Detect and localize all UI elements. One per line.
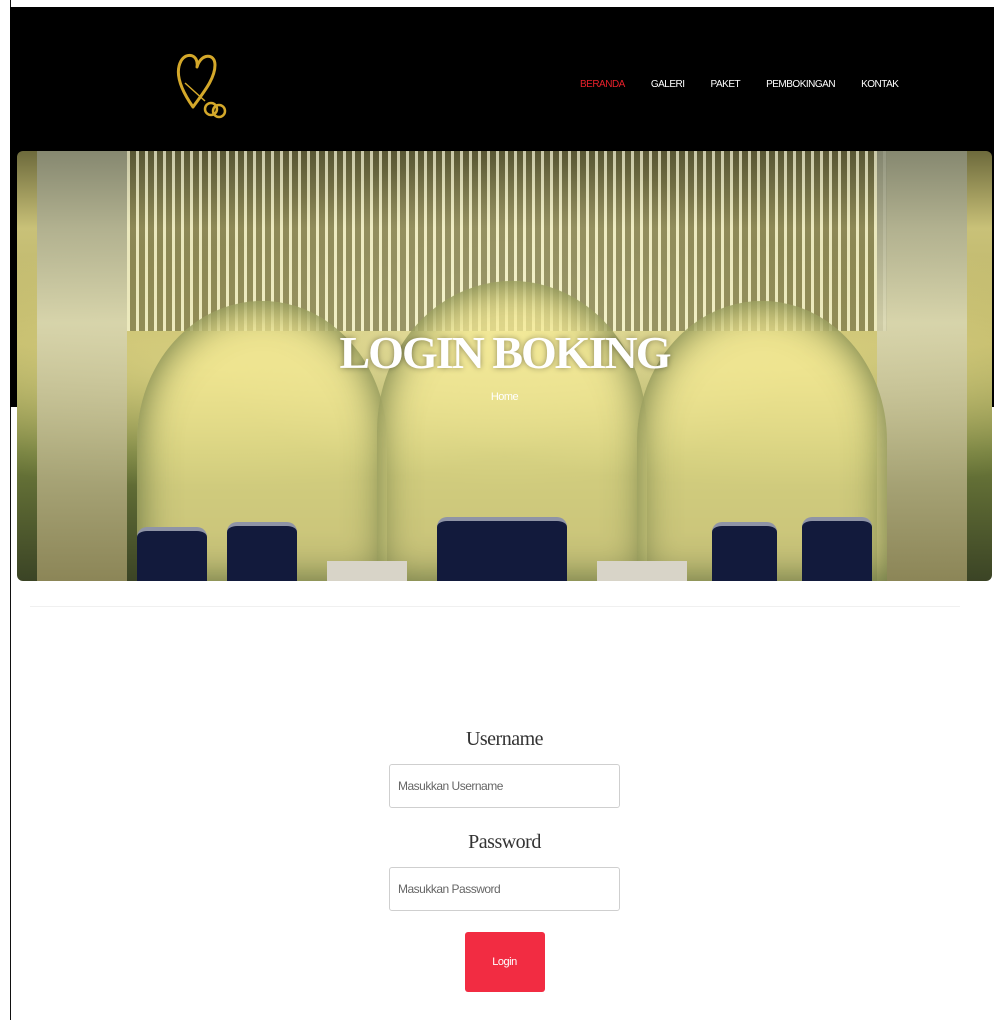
login-button[interactable]: Login (464, 932, 545, 992)
breadcrumb-home[interactable]: Home (17, 391, 992, 403)
nav-item-kontak[interactable]: KONTAK (861, 79, 899, 90)
username-label: Username (465, 728, 544, 750)
hero-chair (137, 527, 207, 581)
nav-item-galeri[interactable]: GALERI (651, 79, 685, 90)
hero-table (327, 561, 407, 581)
page-title: LOGIN BOKING (339, 327, 671, 378)
hero-banner: LOGIN BOKING Home (17, 151, 992, 581)
section-divider (30, 606, 960, 607)
hero-chair (437, 517, 567, 581)
heart-rings-icon[interactable] (175, 47, 235, 127)
username-input[interactable] (389, 764, 620, 808)
main-nav: BERANDA GALERI PAKET PEMBOKINGAN KONTAK (580, 79, 924, 90)
hero-chair (712, 522, 777, 581)
hero-table (597, 561, 687, 581)
password-input[interactable] (389, 867, 620, 911)
hero-chair (802, 517, 872, 581)
nav-item-pembokingan[interactable]: PEMBOKINGAN (766, 79, 835, 90)
login-form: Username Password Login (389, 728, 620, 992)
nav-item-paket[interactable]: PAKET (711, 79, 741, 90)
password-label: Password (468, 831, 541, 853)
nav-item-beranda[interactable]: BERANDA (580, 79, 625, 90)
hero-chair (227, 522, 297, 581)
